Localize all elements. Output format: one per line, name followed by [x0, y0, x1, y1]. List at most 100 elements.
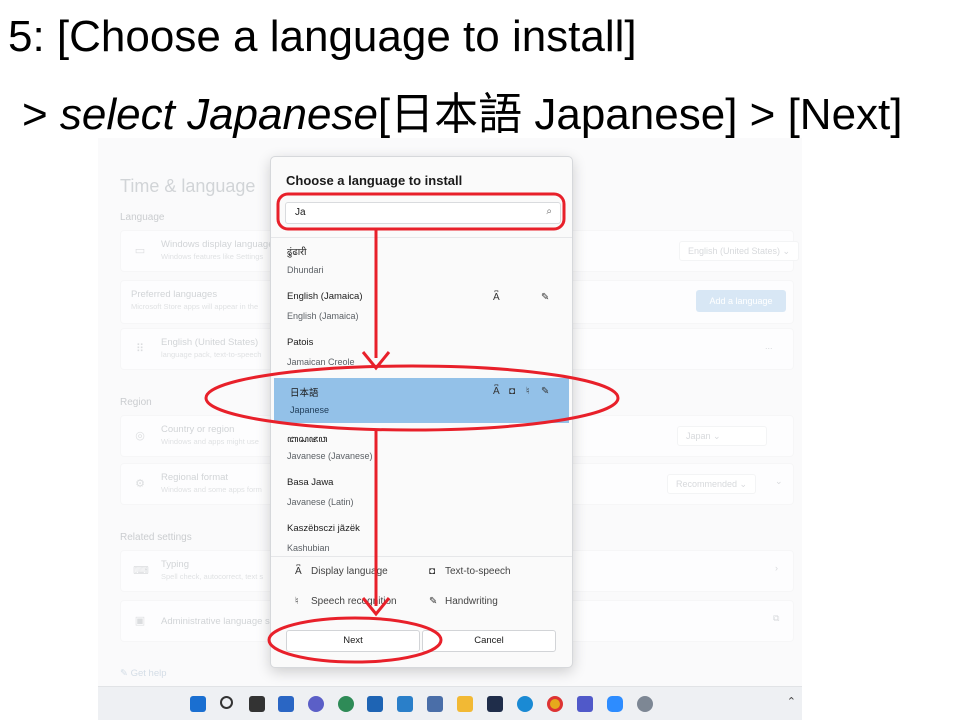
language-sub: Dhundari	[287, 265, 324, 275]
keyboard-icon: ⌨	[133, 565, 149, 577]
get-help-label: Get help	[130, 668, 167, 679]
text-to-speech-icon: ◘	[509, 386, 516, 397]
country-select[interactable]: Japan ⌄	[677, 426, 767, 446]
section-related-settings: Related settings	[120, 532, 192, 543]
list-item[interactable]: Kaszëbsczi jãzëk Kashubian	[271, 516, 572, 561]
language-sub: Kashubian	[287, 543, 330, 553]
legend-display-language: A͆ Display language	[295, 566, 388, 577]
legend-text-to-speech: ◘ Text-to-speech	[429, 566, 511, 577]
language-sub: Jamaican Creole	[287, 357, 355, 367]
legend-label: Speech recognition	[311, 596, 397, 607]
security-icon[interactable]	[487, 696, 503, 712]
task-view-icon[interactable]	[249, 696, 265, 712]
monitor-icon[interactable]	[397, 696, 413, 712]
dialog-title: Choose a language to install	[286, 173, 463, 188]
handwriting-icon: ✎	[541, 386, 550, 397]
chevron-up-icon[interactable]: ⌃	[787, 695, 796, 708]
browser-icon[interactable]	[338, 696, 354, 712]
drag-handle-icon[interactable]: ⠿	[133, 342, 147, 356]
list-item[interactable]: Basa Jawa Javanese (Latin)	[271, 470, 572, 515]
page-title: Time & language	[120, 176, 256, 196]
more-options-icon[interactable]: ...	[765, 341, 773, 351]
speech-recognition-icon: ♮	[526, 386, 530, 397]
card-title: Windows display language	[161, 239, 274, 250]
card-desc: language pack, text-to-speech	[161, 350, 262, 359]
title-suffix: [日本語 Japanese] > [Next]	[377, 90, 903, 139]
slide: 5: [Choose a language to install] > sele…	[0, 0, 960, 720]
list-item[interactable]: ꦧꦱꦗꦮ Javanese (Javanese)	[271, 424, 572, 469]
mail-icon[interactable]	[367, 696, 383, 712]
list-item[interactable]: ढुंढारी Dhundari	[271, 238, 572, 283]
list-item[interactable]: Patois Jamaican Creole	[271, 330, 572, 375]
language-sub: Javanese (Latin)	[287, 497, 354, 507]
legend-speech-recognition: ♮ Speech recognition	[295, 596, 397, 607]
chevron-right-icon: ›	[775, 563, 778, 573]
search-value: Ja	[295, 207, 306, 218]
card-title: English (United States)	[161, 337, 259, 348]
card-title: Administrative language s	[161, 616, 270, 627]
remote-icon[interactable]	[427, 696, 443, 712]
section-region: Region	[120, 397, 152, 408]
choose-language-dialog: Choose a language to install Ja ⌕ ढुंढार…	[270, 156, 573, 668]
search-icon[interactable]	[220, 696, 233, 709]
regional-format-select[interactable]: Recommended ⌄	[667, 474, 757, 494]
language-list: ढुंढारी Dhundari English (Jamaica) Engli…	[271, 237, 572, 557]
text-to-speech-icon: ◘	[429, 566, 436, 577]
zoom-icon[interactable]	[607, 696, 623, 712]
widgets-icon[interactable]	[278, 696, 294, 712]
search-icon: ⌕	[546, 206, 552, 217]
cancel-button[interactable]: Cancel	[422, 630, 556, 652]
chrome-icon[interactable]	[547, 696, 563, 712]
title-italic: select Japanese	[59, 90, 378, 139]
language-sub: Japanese	[290, 405, 330, 415]
edge-icon[interactable]	[517, 696, 533, 712]
select-value: Japan	[686, 431, 711, 441]
slide-title-line2: > select Japanese[日本語 Japanese] > [Next]	[22, 78, 902, 142]
language-name: ढुंढारी	[287, 247, 307, 258]
card-title: Regional format	[161, 472, 229, 483]
handwriting-icon: ✎	[429, 596, 438, 607]
language-name: 日本語	[290, 388, 319, 399]
monitor-icon: ▭	[134, 245, 146, 257]
title-prefix: >	[22, 90, 60, 139]
display-language-icon: A͆	[493, 292, 500, 303]
card-title: Typing	[161, 559, 189, 570]
card-desc: Windows and some apps form	[161, 485, 262, 494]
language-name: ꦧꦱꦗꦮ	[287, 434, 328, 445]
settings-icon[interactable]	[637, 696, 653, 712]
globe-icon: ◎	[135, 430, 145, 442]
legend-label: Display language	[311, 566, 388, 577]
chat-icon[interactable]	[308, 696, 324, 712]
legend-handwriting: ✎ Handwriting	[429, 596, 498, 607]
list-item[interactable]: English (Jamaica) English (Jamaica) A͆ ✎	[271, 284, 572, 329]
slide-title-line1: 5: [Choose a language to install]	[8, 12, 637, 61]
language-search-input[interactable]: Ja ⌕	[285, 202, 561, 224]
add-language-button[interactable]: Add a language	[696, 290, 786, 312]
card-desc: Microsoft Store apps will appear in the	[131, 302, 259, 311]
language-sub: Javanese (Javanese)	[287, 451, 373, 461]
card-desc: Spell check, autocorrect, text s	[161, 572, 264, 581]
display-language-select[interactable]: English (United States) ⌄	[679, 241, 800, 261]
legend-label: Text-to-speech	[445, 566, 511, 577]
admin-icon: ▣	[134, 615, 146, 627]
chevron-down-icon[interactable]: ⌄	[775, 476, 783, 487]
card-title: Preferred languages	[131, 289, 218, 300]
legend-label: Handwriting	[445, 596, 498, 607]
section-language: Language	[120, 212, 165, 223]
list-item-selected[interactable]: 日本語 Japanese A͆ ◘ ♮ ✎	[274, 378, 569, 423]
feature-legend: A͆ Display language ◘ Text-to-speech ♮ Spee…	[271, 556, 572, 624]
handwriting-icon: ✎	[541, 292, 550, 303]
language-name: Kaszëbsczi jãzëk	[287, 523, 360, 534]
select-value: English (United States)	[688, 246, 781, 256]
display-language-icon: A͆	[295, 566, 302, 577]
next-button[interactable]: Next	[286, 630, 420, 652]
regional-format-icon: ⚙	[135, 478, 145, 490]
language-name: Basa Jawa	[287, 477, 334, 488]
teams-icon[interactable]	[577, 696, 593, 712]
windows-start-icon[interactable]	[190, 696, 206, 712]
get-help-link[interactable]: ✎ Get help	[120, 668, 167, 679]
file-explorer-icon[interactable]	[457, 696, 473, 712]
display-language-icon: A͆	[493, 386, 500, 397]
select-value: Recommended	[676, 479, 738, 489]
card-desc: Windows features like Settings	[161, 252, 264, 261]
